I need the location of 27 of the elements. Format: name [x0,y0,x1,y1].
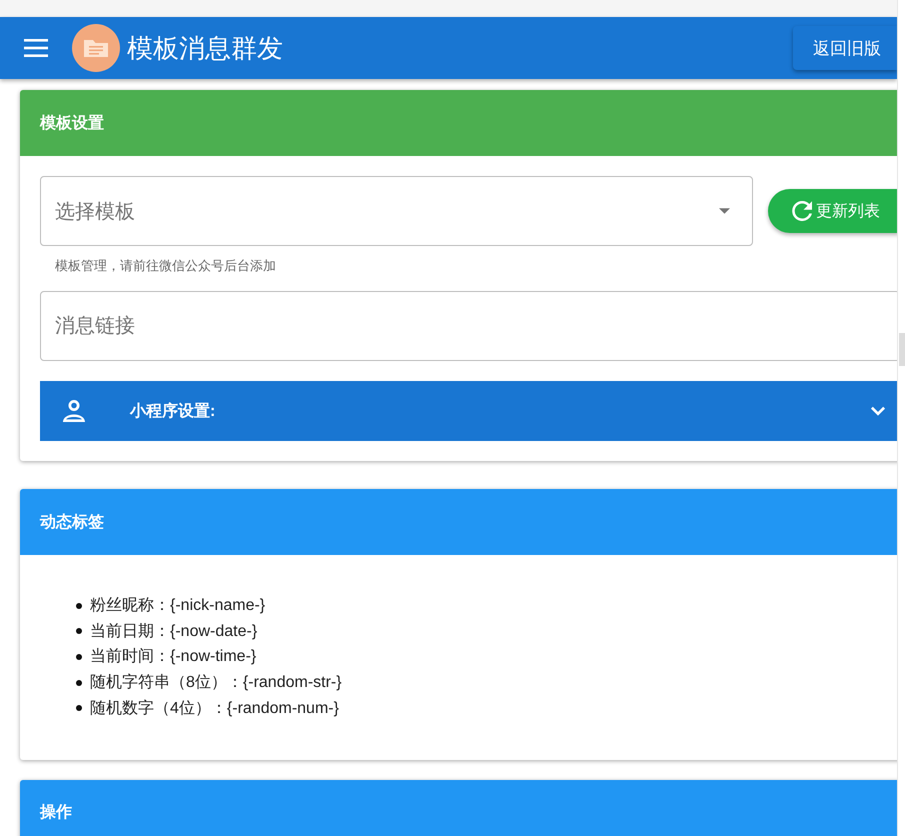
bullet-icon [76,628,82,634]
tag-item-text: 随机字符串（8位）：{-random-str-} [90,672,342,694]
bullet-icon [76,654,82,660]
bullet-icon [76,602,82,609]
refresh-icon [790,201,812,221]
back-to-old-version-button[interactable]: 返回旧版 [793,26,897,70]
bullet-icon [76,705,82,712]
tag-item-text: 当前时间：{-now-time-} [90,646,256,668]
card-title: 模板设置 [40,114,104,134]
mini-program-settings-panel[interactable]: 小程序设置: [40,381,897,441]
card-title: 操作 [40,802,72,824]
message-link-field[interactable]: 消息链接 [40,291,897,361]
app-title: 模板消息群发 [127,32,283,64]
scrollbar-thumb[interactable] [899,333,905,366]
refresh-list-button[interactable]: 更新列表 [768,189,897,233]
card-title: 动态标签 [40,512,104,532]
caret-icon [719,208,730,214]
bullet-icon [76,680,82,686]
person-icon [63,400,85,422]
chevron-icon [870,406,886,416]
hint-text: 模板管理，请前往微信公众号后台添加 [55,258,276,273]
template-select[interactable]: 选择模板 [40,176,753,246]
tag-item-text: 当前日期：{-now-date-} [90,622,258,642]
menu-icon[interactable] [24,39,48,57]
tag-item-text: 随机数字（4位）：{-random-num-} [90,698,339,719]
tag-item-text: 粉丝昵称：{-nick-name-} [90,596,266,616]
document-icon [72,24,120,72]
